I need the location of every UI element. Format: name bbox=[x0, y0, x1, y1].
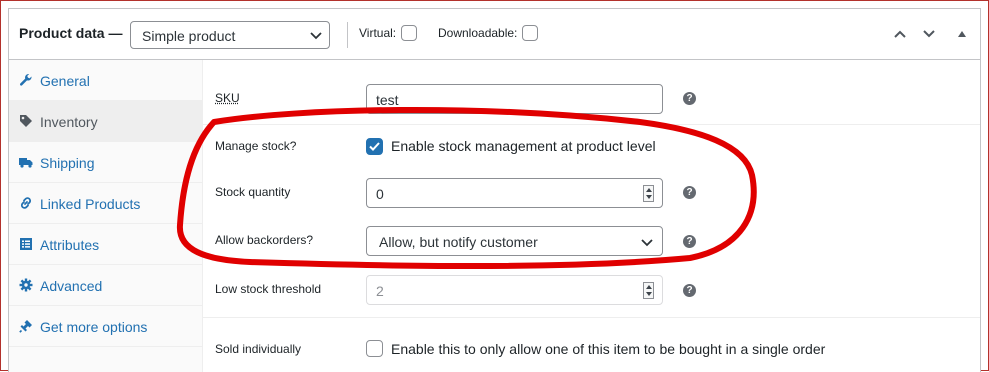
chevron-down-icon[interactable] bbox=[922, 28, 936, 40]
help-icon[interactable]: ? bbox=[683, 186, 696, 199]
virtual-checkbox[interactable] bbox=[401, 25, 417, 41]
tab-get-more-options[interactable]: Get more options bbox=[9, 306, 202, 347]
tab-label: Advanced bbox=[40, 278, 102, 294]
tab-label: Inventory bbox=[40, 114, 98, 130]
tab-label: Linked Products bbox=[40, 196, 140, 212]
truck-icon bbox=[19, 155, 33, 169]
product-data-tabs: General Inventory Shipping Linked Produc… bbox=[9, 60, 203, 372]
low-stock-value: 2 bbox=[376, 283, 384, 299]
number-spinner[interactable] bbox=[643, 185, 654, 202]
collapse-triangle-icon[interactable] bbox=[955, 28, 969, 40]
wrench-icon bbox=[19, 73, 33, 87]
sku-value: test bbox=[376, 92, 399, 108]
downloadable-checkbox[interactable] bbox=[522, 25, 538, 41]
chevron-down-icon bbox=[309, 28, 323, 42]
panel-header: Product data — Simple product Virtual: D… bbox=[9, 9, 980, 60]
list-icon bbox=[19, 237, 33, 251]
product-type-select[interactable]: Simple product bbox=[130, 21, 330, 49]
manage-stock-checkbox[interactable] bbox=[366, 138, 383, 155]
stock-quantity-label: Stock quantity bbox=[215, 185, 290, 199]
tab-label: Shipping bbox=[40, 155, 95, 171]
header-divider bbox=[347, 22, 348, 48]
checkmark-icon bbox=[368, 140, 381, 153]
sku-label: SKU bbox=[215, 91, 240, 105]
product-data-panel: Product data — Simple product Virtual: D… bbox=[8, 8, 981, 372]
stock-quantity-value: 0 bbox=[376, 186, 384, 202]
number-spinner[interactable] bbox=[643, 282, 654, 299]
help-icon[interactable]: ? bbox=[683, 92, 696, 105]
tab-label: Get more options bbox=[40, 319, 147, 335]
virtual-label: Virtual: bbox=[359, 26, 396, 40]
tab-attributes[interactable]: Attributes bbox=[9, 224, 202, 265]
manage-stock-description: Enable stock management at product level bbox=[391, 138, 656, 154]
backorders-value: Allow, but notify customer bbox=[379, 234, 538, 250]
backorders-select[interactable]: Allow, but notify customer bbox=[366, 226, 663, 256]
chevron-down-icon bbox=[640, 235, 654, 249]
stock-quantity-input[interactable]: 0 bbox=[366, 178, 663, 208]
inventory-panel: SKU test ? Manage stock? Enable stock ma… bbox=[203, 60, 980, 372]
manage-stock-label: Manage stock? bbox=[215, 139, 296, 153]
chevron-up-icon[interactable] bbox=[893, 28, 907, 40]
link-icon bbox=[19, 196, 33, 210]
sold-individually-label: Sold individually bbox=[215, 342, 301, 356]
section-divider bbox=[203, 124, 980, 125]
sold-individually-description: Enable this to only allow one of this it… bbox=[391, 341, 825, 357]
product-type-value: Simple product bbox=[142, 28, 235, 44]
tab-label: General bbox=[40, 73, 90, 89]
section-divider bbox=[203, 317, 980, 318]
panel-title: Product data — bbox=[19, 25, 122, 41]
tab-general[interactable]: General bbox=[9, 60, 202, 101]
tab-linked-products[interactable]: Linked Products bbox=[9, 183, 202, 224]
help-icon[interactable]: ? bbox=[683, 284, 696, 297]
sold-individually-checkbox[interactable] bbox=[366, 340, 383, 357]
tab-advanced[interactable]: Advanced bbox=[9, 265, 202, 306]
help-icon[interactable]: ? bbox=[683, 235, 696, 248]
tab-label: Attributes bbox=[40, 237, 99, 253]
tag-icon bbox=[19, 114, 33, 128]
tab-inventory[interactable]: Inventory bbox=[9, 101, 202, 142]
sku-input[interactable]: test bbox=[366, 84, 663, 114]
backorders-label: Allow backorders? bbox=[215, 233, 313, 247]
low-stock-input[interactable]: 2 bbox=[366, 275, 663, 305]
tab-shipping[interactable]: Shipping bbox=[9, 142, 202, 183]
downloadable-label: Downloadable: bbox=[438, 26, 517, 40]
plugin-icon bbox=[19, 319, 33, 333]
low-stock-label: Low stock threshold bbox=[215, 282, 321, 296]
gear-icon bbox=[19, 278, 33, 292]
